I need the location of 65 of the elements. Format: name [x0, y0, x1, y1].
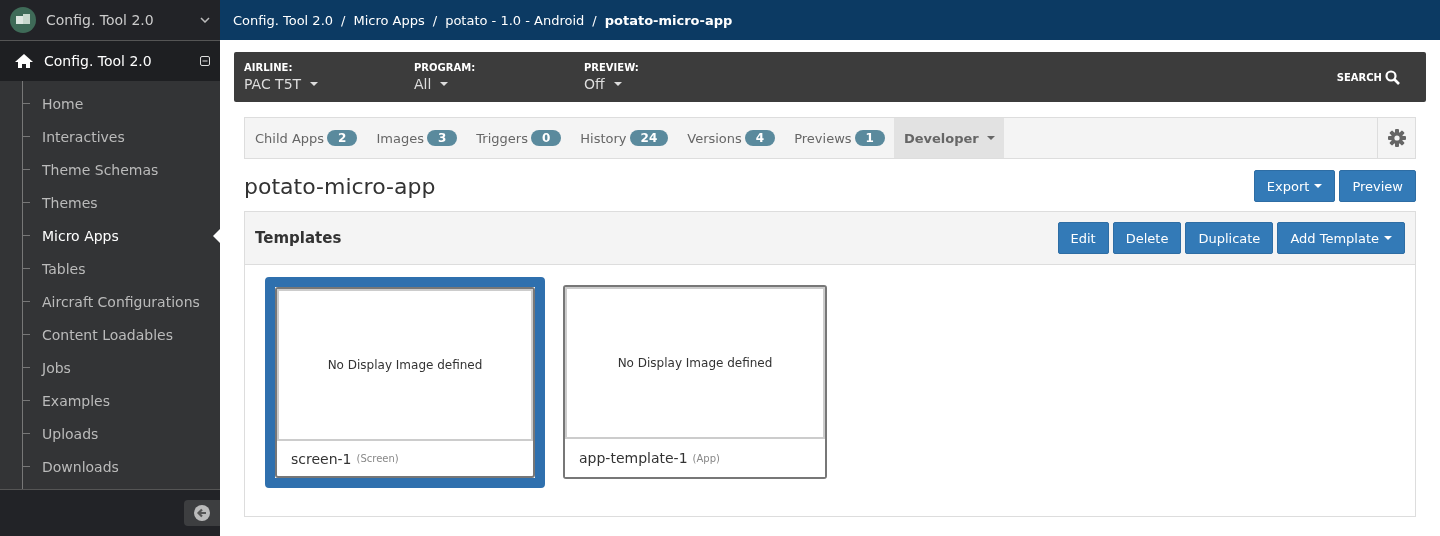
image-placeholder-text: No Display Image defined — [617, 356, 773, 370]
count-badge: 2 — [327, 130, 358, 146]
action-button[interactable]: Export — [1253, 170, 1336, 202]
breadcrumb-link[interactable]: potato - 1.0 - Android — [445, 12, 585, 28]
filter-dropdown[interactable]: All — [414, 76, 584, 92]
template-name: app-template-1 — [579, 450, 688, 466]
action-button[interactable]: Delete — [1112, 222, 1182, 254]
count-badge: 4 — [744, 130, 776, 146]
action-button[interactable]: Add Template — [1277, 222, 1405, 254]
template-type: (Screen) — [356, 453, 399, 464]
breadcrumb-separator: / — [432, 12, 438, 28]
action-button[interactable]: Duplicate — [1185, 222, 1274, 254]
app-switcher[interactable]: Config. Tool 2.0 — [0, 0, 220, 41]
collapse-icon[interactable] — [200, 56, 210, 66]
tab[interactable]: Previews 1 — [784, 118, 894, 158]
sidebar-item[interactable]: Content Loadables — [42, 326, 173, 343]
image-placeholder-text: No Display Image defined — [327, 358, 483, 372]
filter-label: PROGRAM: — [414, 62, 477, 73]
template-name: screen-1 — [291, 450, 352, 467]
sidebar-item[interactable]: Micro Apps — [42, 227, 119, 244]
tab[interactable]: Child Apps 2 — [245, 118, 367, 158]
sidebar-item[interactable]: Jobs — [42, 359, 71, 376]
tab[interactable]: Images 3 — [366, 118, 467, 158]
search-button[interactable]: SEARCH — [1330, 68, 1406, 86]
filter-label: PREVIEW: — [584, 62, 640, 73]
sidebar-item[interactable]: Examples — [42, 392, 111, 409]
settings-icon — [1387, 129, 1406, 147]
template-type: (App) — [692, 452, 720, 464]
breadcrumb-separator: / — [592, 12, 597, 28]
sidebar-section-header[interactable]: Config. Tool 2.0 — [0, 41, 220, 81]
filter-label: AIRLINE: — [244, 62, 294, 73]
tab[interactable]: Developer — [893, 118, 1004, 158]
count-badge: 0 — [530, 130, 562, 146]
template-card[interactable]: No Display Image defined screen-1 (Screen) — [265, 277, 545, 488]
breadcrumb-link[interactable]: Config. Tool 2.0 — [233, 12, 334, 28]
panel-title: Templates — [255, 229, 342, 247]
sidebar-item[interactable]: Themes — [42, 194, 98, 211]
page-title: potato-micro-app — [244, 173, 436, 199]
template-card[interactable]: No Display Image defined app-template-1 (App) — [563, 285, 827, 479]
sidebar-item[interactable]: Theme Schemas — [42, 161, 159, 178]
current-page-label: potato-micro-app — [604, 12, 733, 28]
arrow-left-icon — [194, 505, 210, 521]
count-badge: 1 — [854, 130, 885, 146]
action-button[interactable]: Preview — [1339, 170, 1416, 202]
home-icon — [14, 53, 34, 69]
filter-dropdown[interactable]: PAC T5T — [244, 76, 414, 92]
count-badge: 24 — [629, 130, 669, 146]
chevron-down-icon — [200, 17, 210, 23]
sidebar-item[interactable]: Tables — [42, 260, 86, 277]
search-icon — [1385, 69, 1400, 85]
tab[interactable]: History 24 — [570, 118, 678, 158]
sidebar-item[interactable]: Interactives — [42, 128, 125, 145]
sidebar-item[interactable]: Aircraft Configurations — [42, 293, 200, 310]
sidebar-item[interactable]: Uploads — [42, 425, 99, 442]
tab[interactable]: Versions 4 — [677, 118, 785, 158]
action-button[interactable]: Edit — [1057, 222, 1109, 254]
breadcrumb-link[interactable]: Micro Apps — [353, 12, 425, 28]
sidebar-item[interactable]: Downloads — [42, 458, 119, 475]
sidebar-item[interactable]: Home — [42, 95, 84, 112]
filter-dropdown[interactable]: Off — [584, 76, 754, 92]
breadcrumb-separator: / — [341, 12, 346, 28]
app-logo-icon — [10, 7, 36, 33]
collapse-sidebar-button[interactable] — [184, 500, 220, 526]
count-badge: 3 — [426, 130, 458, 146]
tab[interactable]: Triggers 0 — [466, 118, 571, 158]
